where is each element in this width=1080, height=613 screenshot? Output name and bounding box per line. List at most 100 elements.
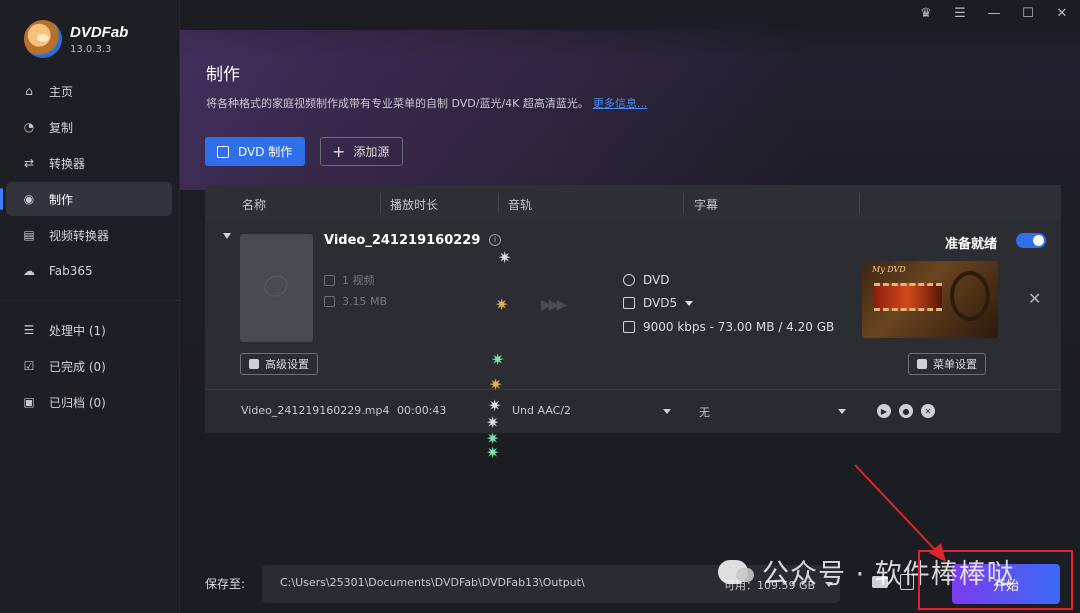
size-icon [324,296,335,307]
chevron-down-icon[interactable] [663,409,671,414]
ready-toggle[interactable] [1016,233,1046,248]
sparkle-icon: ✷ [495,295,509,314]
column-divider [380,193,381,213]
placeholder-icon [260,271,292,301]
sidebar-item-label: Fab365 [49,264,93,278]
output-info: 9000 kbps - 73.00 MB / 4.20 GB [623,320,834,334]
sparkle-icon: ✷ [486,443,500,462]
advanced-settings-label: 高级设置 [265,358,309,371]
table-header: 名称 播放时长 音轨 字幕 [205,185,1061,221]
skin-icon[interactable]: ♛ [918,6,934,21]
video-size: 3.15 MB [324,295,387,308]
expand-caret-icon[interactable] [223,233,231,239]
more-info-link[interactable]: 更多信息... [593,97,648,110]
column-divider [683,193,684,213]
disc-icon: ◉ [23,192,35,206]
video-size-label: 3.15 MB [342,295,388,308]
wechat-logo-icon [718,559,754,584]
remove-task-icon[interactable]: ✕ [1028,289,1041,308]
add-source-label: 添加源 [353,145,390,159]
cloud-icon: ☁ [23,264,35,278]
sidebar-item-label: 制作 [49,192,74,207]
processing-icon: ☰ [23,323,35,337]
output-path: C:\Users\25301\Documents\DVDFab\DVDFab13… [280,576,585,589]
copy-icon: ◔ [23,120,35,134]
column-duration: 播放时长 [390,198,439,212]
audio-track-select[interactable]: Und AAC/2 [512,404,571,417]
menu-icon[interactable]: ☰ [952,6,968,21]
chevron-down-icon [685,300,694,306]
menu-preview[interactable]: My DVD [862,261,998,338]
home-icon: ⌂ [25,84,33,98]
sidebar-item-fab365[interactable]: ☁ Fab365 [6,254,172,288]
sidebar-item-home[interactable]: ⌂ 主页 [6,74,172,108]
output-type: DVD [623,273,669,287]
sidebar-item-label: 主页 [49,84,74,99]
output-disc-select[interactable]: DVD5 [623,296,694,310]
sidebar-item-completed[interactable]: ☑ 已完成 (0) [6,349,172,383]
brand: DVDFab 13.0.3.3 [24,20,128,58]
sidebar-item-archived[interactable]: ▣ 已归档 (0) [6,385,172,419]
subtitle-select[interactable]: 无 [699,404,710,420]
video-count-label: 1 视频 [342,274,375,287]
maximize-icon[interactable]: ☐ [1020,6,1036,21]
archive-icon: ▣ [23,395,35,409]
video-file-icon [324,274,335,286]
menu-settings-icon [917,359,927,369]
output-type-label: DVD [643,273,670,287]
video-count: 1 视频 [324,272,375,288]
info-icon[interactable]: i [489,234,501,246]
sparkle-icon: ✷ [491,350,505,369]
output-disc-label: DVD5 [643,296,678,310]
sparkle-icon: ✷ [498,248,512,267]
sidebar-item-converter[interactable]: ⇄ 转换器 [6,146,172,180]
sidebar: DVDFab 13.0.3.3 ⌂ 主页 ◔ 复制 ⇄ 转换器 ◉ 制作 ▤ 视… [0,0,180,613]
source-filename: Video_241219160229.mp4 [241,404,390,417]
video-title: Video_241219160229 [324,233,481,248]
add-source-button[interactable]: + 添加源 [320,137,403,166]
film-icon: ▤ [23,228,35,242]
menu-settings-button[interactable]: 菜单设置 [908,353,986,375]
row-divider [205,389,1061,390]
sidebar-item-processing[interactable]: ☰ 处理中 (1) [6,313,172,347]
minimize-icon[interactable]: — [986,6,1002,21]
dvd-icon [623,274,635,286]
brand-version: 13.0.3.3 [70,43,112,55]
delete-icon[interactable]: ✕ [921,404,935,418]
window-controls: ♛ ☰ — ☐ ✕ [918,6,1070,21]
sidebar-item-label: 已完成 (0) [49,359,106,374]
annotation-highlight-box [918,550,1073,610]
bitrate-icon [623,321,635,333]
film-reel-graphic [950,271,990,321]
advanced-settings-button[interactable]: 高级设置 [240,353,318,375]
dvdfab-logo-icon [24,20,62,58]
film-strip-graphic [874,283,942,311]
play-icon[interactable]: ▶ [877,404,891,418]
sidebar-divider [0,300,180,301]
sidebar-item-label: 复制 [49,120,74,135]
status-badge: 准备就绪 [945,237,998,252]
page-subtitle: 将各种格式的家庭视频制作成带有专业菜单的自制 DVD/蓝光/4K 超高清蓝光。更… [206,95,647,111]
search-icon[interactable]: ● [899,404,913,418]
brand-name: DVDFab [70,23,129,41]
task-panel: 名称 播放时长 音轨 字幕 Video_241219160229 i 1 视频 … [205,185,1061,433]
video-thumbnail [240,234,313,342]
dvd-create-label: DVD 制作 [238,145,293,159]
convert-arrows-icon: ▶▶▶ [541,297,567,313]
dvd-create-button[interactable]: DVD 制作 [205,137,305,166]
save-to-label: 保存至: [205,577,246,591]
sidebar-item-copy[interactable]: ◔ 复制 [6,110,172,144]
sidebar-item-video-converter[interactable]: ▤ 视频转换器 [6,218,172,252]
chevron-down-icon[interactable] [838,409,846,414]
sidebar-nav: ⌂ 主页 ◔ 复制 ⇄ 转换器 ◉ 制作 ▤ 视频转换器 ☁ Fab365 ☰ … [0,74,180,421]
menu-preview-title: My DVD [872,265,906,274]
source-duration: 00:00:43 [397,404,447,417]
converter-icon: ⇄ [23,156,35,170]
sidebar-item-label: 转换器 [49,156,86,171]
menu-settings-label: 菜单设置 [933,358,977,371]
completed-icon: ☑ [23,359,35,373]
sidebar-item-creator[interactable]: ◉ 制作 [0,182,172,216]
settings-icon [249,359,259,369]
close-icon[interactable]: ✕ [1054,6,1070,21]
page-title: 制作 [206,65,240,85]
